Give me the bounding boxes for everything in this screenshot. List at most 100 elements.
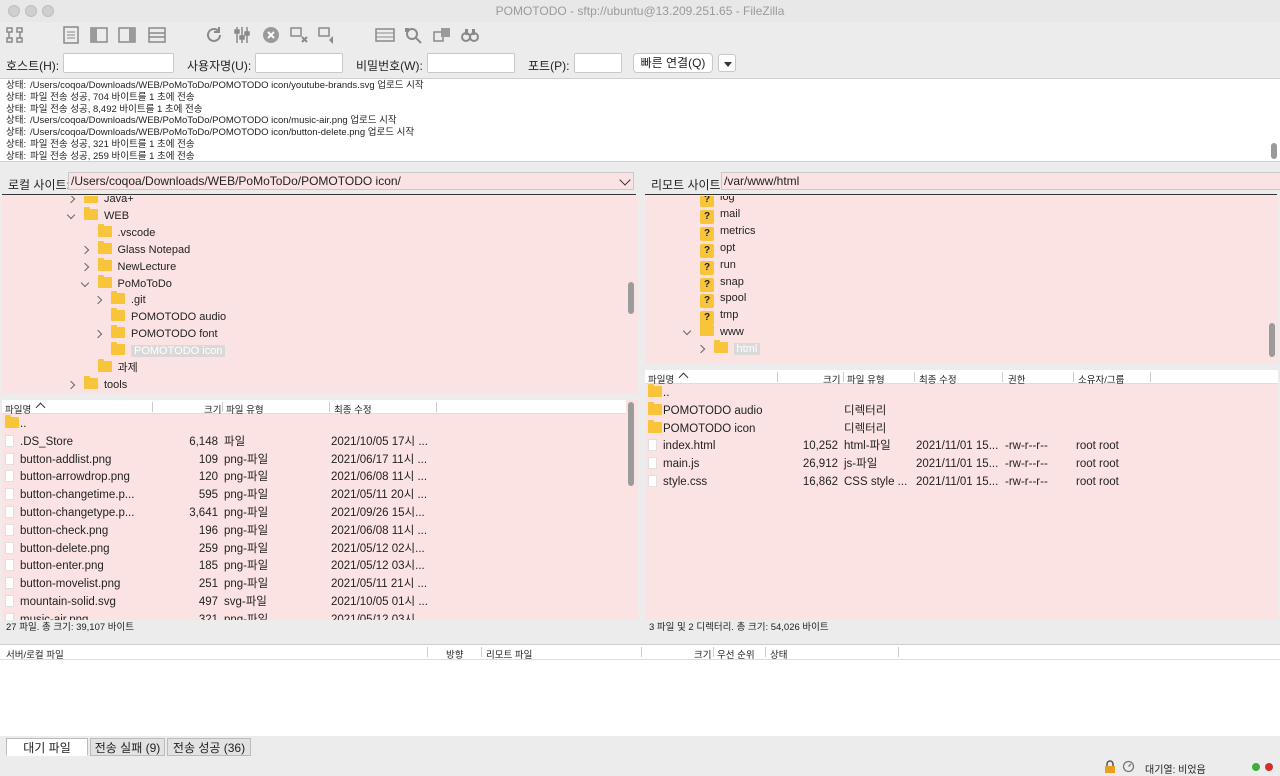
file-row[interactable]: main.js 26,912 js-파일 2021/11/01 15... -rw-r-… [645, 456, 1265, 474]
local-path-combo[interactable]: /Users/coqoa/Downloads/WEB/PoMoToDo/POMO… [68, 172, 634, 190]
username-input[interactable] [255, 53, 343, 73]
file-row[interactable]: style.css 16,862 CSS style ... 2021/11/01 1… [645, 474, 1265, 492]
remote-col-modified[interactable]: 최종 수정 [919, 372, 957, 386]
file-row[interactable]: .DS_Store 6,148 파일 2021/10/05 17시 ... [2, 434, 622, 452]
filter-icon[interactable] [402, 24, 424, 46]
message-log[interactable]: 상태:/Users/coqoa/Downloads/WEB/PoMoToDo/P… [0, 78, 1280, 162]
file-row[interactable]: button-check.png 196 png-파일 2021/06/08 11시 … [2, 523, 622, 541]
chevron-right-icon[interactable] [80, 245, 89, 254]
reconnect-icon[interactable] [316, 24, 338, 46]
local-tree-scrollbar[interactable] [628, 282, 634, 314]
chevron-right-icon[interactable] [93, 329, 103, 339]
local-col-type[interactable]: 파일 유형 [226, 402, 264, 416]
queue-col-size[interactable]: 크기 [694, 647, 711, 661]
tab-queued-files[interactable]: 대기 파일 [6, 738, 88, 756]
chevron-down-icon[interactable] [682, 326, 692, 336]
file-row[interactable]: button-delete.png 259 png-파일 2021/05/12 02시… [2, 541, 622, 559]
host-input[interactable] [63, 53, 174, 73]
toggle-queue-icon[interactable] [146, 24, 168, 46]
process-queue-icon[interactable] [231, 24, 253, 46]
chevron-right-icon[interactable] [66, 380, 76, 390]
toggle-log-icon[interactable] [60, 24, 82, 46]
sync-browse-icon[interactable] [431, 24, 453, 46]
tree-item[interactable]: Glass Notepad [80, 240, 190, 259]
tree-item[interactable]: .git [93, 291, 146, 309]
file-row[interactable]: POMOTODO audio 디렉터리 [645, 401, 1265, 421]
local-directory-tree[interactable]: Java+ WEB .vscode Glass Notepad NewLecture Po… [2, 196, 638, 394]
port-input[interactable] [574, 53, 622, 73]
chevron-right-icon[interactable] [66, 196, 76, 204]
queue-col-remote[interactable]: 리모트 파일 [486, 647, 532, 661]
quickconnect-dropdown[interactable] [718, 54, 736, 72]
remote-col-permissions[interactable]: 권한 [1008, 372, 1025, 386]
local-col-modified[interactable]: 최종 수정 [334, 402, 372, 416]
tree-item[interactable]: ? run [700, 257, 736, 275]
tab-successful-transfers[interactable]: 전송 성공 (36) [167, 738, 251, 756]
tree-item[interactable]: NewLecture [80, 257, 176, 276]
cancel-icon[interactable] [260, 24, 282, 46]
tree-item[interactable]: PoMoToDo [80, 274, 172, 293]
toggle-local-tree-icon[interactable] [88, 24, 110, 46]
tree-item[interactable]: ? tmp [700, 307, 738, 326]
queue-col-server[interactable]: 서버/로컬 파일 [6, 647, 64, 661]
chevron-right-icon[interactable] [93, 296, 103, 305]
remote-directory-tree[interactable]: ? log? mail? metrics? opt? run? snap? spool ? tmp… [645, 196, 1278, 364]
directory-compare-icon[interactable] [374, 24, 396, 46]
tree-item[interactable]: html [696, 340, 761, 358]
tree-item[interactable]: Java+ [66, 196, 134, 208]
speed-limit-icon[interactable] [1122, 760, 1135, 776]
tab-failed-transfers[interactable]: 전송 실패 (9) [90, 738, 165, 756]
chevron-right-icon[interactable] [696, 344, 705, 354]
tree-item[interactable]: www [682, 323, 744, 341]
local-list-scrollbar[interactable] [628, 402, 634, 486]
file-row[interactable]: POMOTODO icon 디렉터리 [645, 419, 1265, 439]
tree-item[interactable]: WEB [66, 206, 129, 225]
file-row[interactable]: button-changetime.p... 595 png-파일 2021/05/1… [2, 487, 622, 505]
file-row[interactable]: .. [2, 415, 622, 434]
file-row[interactable]: button-addlist.png 109 png-파일 2021/06/17 11… [2, 452, 622, 470]
remote-col-size[interactable]: 크기 [823, 372, 840, 386]
file-row[interactable]: button-arrowdrop.png 120 png-파일 2021/06/08 … [2, 469, 622, 487]
tree-item[interactable]: ? spool [700, 290, 746, 309]
file-row[interactable]: .. [645, 384, 1265, 403]
queue-col-status[interactable]: 상태 [770, 647, 787, 661]
chevron-down-icon[interactable] [66, 210, 76, 220]
chevron-right-icon[interactable] [80, 262, 89, 271]
disconnect-icon[interactable] [288, 24, 310, 46]
file-row[interactable]: button-movelist.png 251 png-파일 2021/05/11 2… [2, 576, 622, 594]
remote-col-owner[interactable]: 소유자/그룹 [1078, 372, 1124, 386]
queue-col-priority[interactable]: 우선 순위 [717, 647, 755, 661]
quickconnect-button[interactable]: 빠른 연결(Q) [633, 53, 713, 73]
file-row[interactable]: button-enter.png 185 png-파일 2021/05/12 03시.… [2, 558, 622, 576]
tree-item[interactable]: ? metrics [700, 223, 755, 241]
toggle-remote-tree-icon[interactable] [116, 24, 138, 46]
queue-col-direction[interactable]: 방향 [446, 647, 463, 661]
site-manager-icon[interactable] [4, 24, 26, 46]
search-icon[interactable] [459, 24, 481, 46]
chevron-down-icon[interactable] [80, 278, 89, 287]
remote-path-combo[interactable]: /var/www/html [721, 172, 1280, 190]
log-scrollbar[interactable] [1271, 143, 1277, 159]
password-input[interactable] [427, 53, 515, 73]
tree-item[interactable]: ? mail [700, 206, 740, 224]
tree-item[interactable]: POMOTODO audio [111, 308, 226, 326]
tree-item[interactable]: ? opt [700, 240, 735, 258]
transfer-queue[interactable]: 서버/로컬 파일 방향 리모트 파일 크기 우선 순위 상태 [0, 644, 1280, 736]
remote-file-list[interactable]: 파일명 크기 파일 유형 최종 수정 권한 소유자/그룹 .. POMOTODO … [645, 370, 1278, 620]
tree-item[interactable]: .vscode [97, 223, 155, 242]
tree-item[interactable]: tools [66, 375, 127, 394]
file-row[interactable]: music-air.png 321 png-파일 2021/05/12 03시... [2, 612, 622, 620]
file-row[interactable]: index.html 10,252 html-파일 2021/11/01 15... -… [645, 438, 1265, 456]
remote-col-type[interactable]: 파일 유형 [847, 372, 885, 386]
tree-item[interactable]: ? snap [700, 274, 744, 292]
remote-tree-scrollbar[interactable] [1269, 323, 1275, 357]
file-row[interactable]: mountain-solid.svg 497 svg-파일 2021/10/05 01… [2, 594, 622, 612]
local-col-name[interactable]: 파일명 [5, 402, 46, 416]
file-row[interactable]: button-changetype.p... 3,641 png-파일 2021/09… [2, 505, 622, 523]
tree-item[interactable]: ? log [700, 196, 735, 207]
tree-item[interactable]: POMOTODO font [93, 325, 218, 343]
local-col-size[interactable]: 크기 [204, 402, 221, 416]
tree-item[interactable]: POMOTODO icon [111, 342, 226, 360]
refresh-icon[interactable] [203, 24, 225, 46]
local-file-list[interactable]: 파일명 크기 파일 유형 최종 수정 .. .DS_Store 6,148 파일 202… [2, 400, 638, 620]
